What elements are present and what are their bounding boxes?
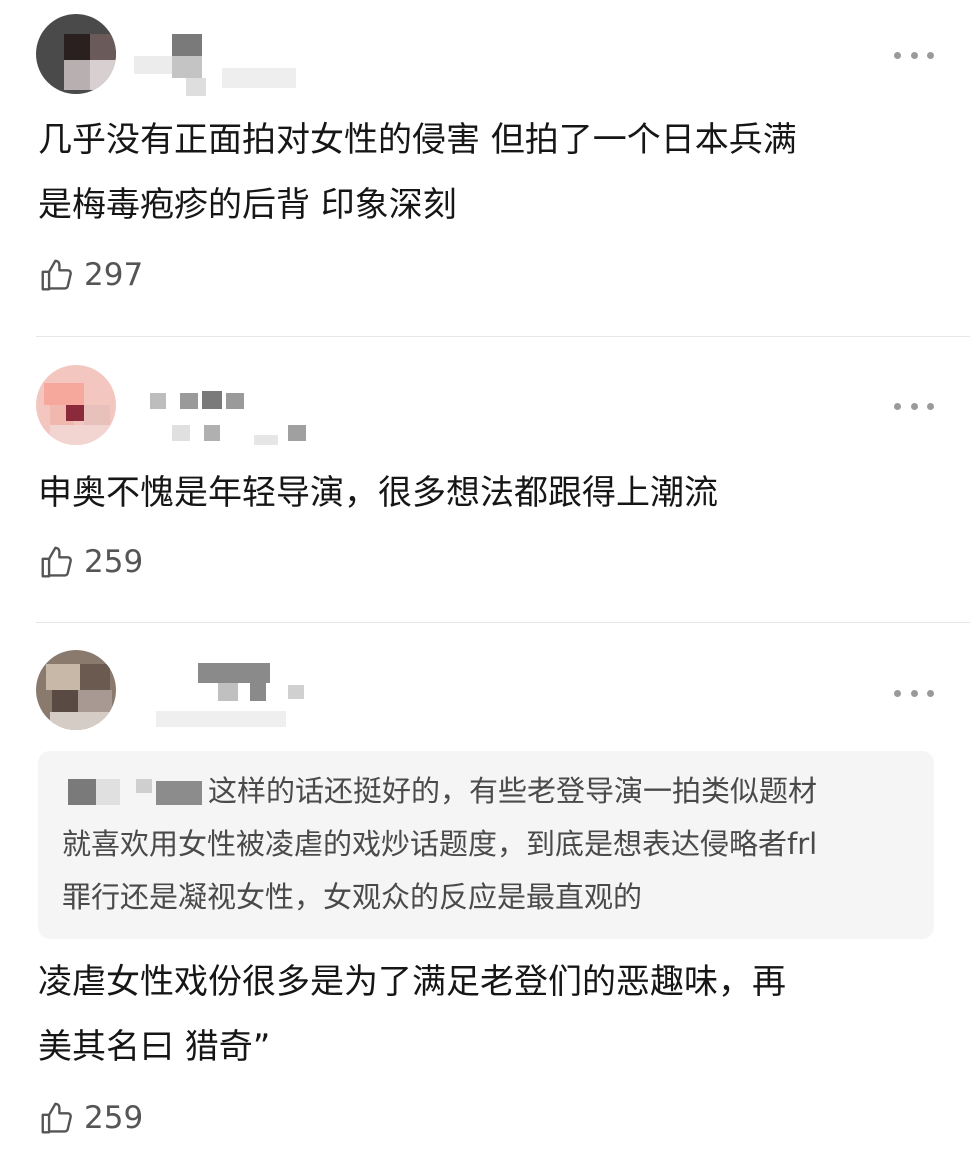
more-dots-icon[interactable] <box>894 399 934 413</box>
quoted-reply[interactable]: 这样的话还挺好的，有些老登导演一拍类似题材 就喜欢用女性被凌虐的戏炒话题度，到底… <box>38 751 934 939</box>
comment-1: 几乎没有正面拍对女性的侵害 但拍了一个日本兵满 是梅毒疱疹的后背 印象深刻 29… <box>0 0 970 336</box>
avatar[interactable] <box>36 14 116 94</box>
thumbs-up-icon <box>41 546 72 578</box>
username-blurred[interactable] <box>150 387 320 447</box>
comment-text: 申奥不愧是年轻导演，很多想法都跟得上潮流 <box>38 473 718 513</box>
username-blurred[interactable] <box>146 659 316 735</box>
comment-text: 几乎没有正面拍对女性的侵害 但拍了一个日本兵满 是梅毒疱疹的后背 印象深刻 <box>38 120 797 225</box>
more-dots-icon[interactable] <box>894 686 934 700</box>
like-button[interactable]: 259 <box>38 1099 143 1137</box>
more-dots-icon[interactable] <box>894 48 934 62</box>
like-button[interactable]: 297 <box>38 256 143 294</box>
thumbs-up-icon <box>41 1102 72 1134</box>
like-count: 259 <box>84 544 144 580</box>
thumbs-up-icon <box>41 259 72 291</box>
quoted-text: 这样的话还挺好的，有些老登导演一拍类似题材 就喜欢用女性被凌虐的戏炒话题度，到底… <box>62 774 818 914</box>
like-button[interactable]: 259 <box>38 543 143 581</box>
comment-2: 申奥不愧是年轻导演，很多想法都跟得上潮流 259 <box>0 337 970 622</box>
comment-3: 这样的话还挺好的，有些老登导演一拍类似题材 就喜欢用女性被凌虐的戏炒话题度，到底… <box>0 623 970 1158</box>
like-count: 259 <box>84 1100 144 1136</box>
username-blurred[interactable] <box>126 32 306 102</box>
avatar[interactable] <box>36 650 116 730</box>
like-count: 297 <box>84 257 144 293</box>
comment-text: 凌虐女性戏份很多是为了满足老登们的恶趣味，再 美其名曰 猎奇” <box>38 962 786 1067</box>
avatar[interactable] <box>36 365 116 445</box>
